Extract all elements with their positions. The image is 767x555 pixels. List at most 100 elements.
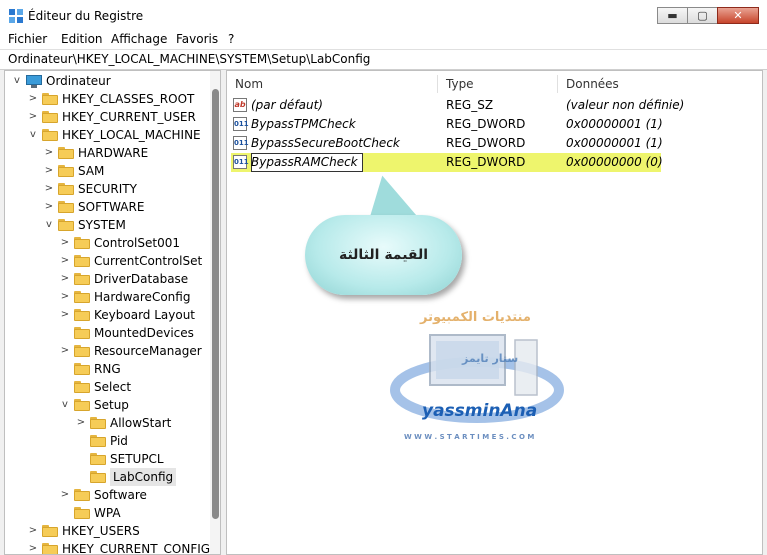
tree-item[interactable]: > SAM: [43, 162, 105, 180]
tree-item[interactable]: > HardwareConfig: [59, 288, 191, 306]
tree-item[interactable]: MountedDevices: [59, 324, 194, 342]
address-path[interactable]: Ordinateur\HKEY_LOCAL_MACHINE\SYSTEM\Set…: [8, 52, 370, 66]
expander-icon[interactable]: >: [59, 486, 71, 504]
expander-icon: [75, 450, 87, 468]
expander-icon[interactable]: >: [27, 522, 39, 540]
tree-item-label: Setup: [94, 398, 129, 412]
folder-icon: [74, 327, 90, 339]
column-header-name[interactable]: Nom: [235, 77, 263, 91]
expander-icon[interactable]: >: [27, 108, 39, 126]
menu-edition[interactable]: Edition: [61, 32, 103, 46]
tree-item[interactable]: > DriverDatabase: [59, 270, 188, 288]
expander-icon: [59, 360, 71, 378]
folder-icon: [42, 111, 58, 123]
column-header-data[interactable]: Données: [566, 77, 619, 91]
folder-icon: [90, 435, 106, 447]
key-tree-pane[interactable]: v Ordinateur > HKEY_CLASSES_ROOT > HKEY_CU…: [4, 70, 221, 555]
expander-icon[interactable]: >: [27, 540, 39, 554]
folder-icon: [74, 345, 90, 357]
minimize-icon: ▬: [667, 9, 678, 22]
tree-item-label: CurrentControlSet: [94, 254, 203, 268]
computer-icon: [26, 74, 42, 88]
window-title: Éditeur du Registre: [28, 9, 144, 23]
menu-bar: Fichier Edition Affichage Favoris ?: [0, 30, 767, 50]
tree-item[interactable]: SETUPCL: [75, 450, 164, 468]
tree-item[interactable]: WPA: [59, 504, 121, 522]
tree-item[interactable]: Select: [59, 378, 131, 396]
table-row[interactable]: ab (par défaut) REG_SZ (valeur non défin…: [227, 96, 747, 115]
table-row[interactable]: 011 BypassTPMCheck REG_DWORD 0x00000001 …: [227, 115, 747, 134]
tree-item[interactable]: > ResourceManager: [59, 342, 202, 360]
value-data: (valeur non définie): [566, 98, 685, 112]
tree-item[interactable]: > HKEY_USERS: [27, 522, 140, 540]
expander-icon[interactable]: >: [59, 306, 71, 324]
tree-item-label: LabConfig: [110, 468, 177, 486]
dword-value-icon: 011: [233, 117, 249, 131]
folder-icon: [90, 471, 106, 483]
tree-scrollbar-thumb[interactable]: [212, 89, 219, 519]
table-row[interactable]: 011 BypassSecureBootCheck REG_DWORD 0x00…: [227, 134, 747, 153]
expander-icon[interactable]: v: [59, 396, 71, 414]
tree-item-selected[interactable]: LabConfig: [75, 468, 177, 486]
tree-item[interactable]: > SOFTWARE: [43, 198, 145, 216]
menu-help[interactable]: ?: [228, 32, 234, 46]
menu-favoris[interactable]: Favoris: [176, 32, 218, 46]
tree-item[interactable]: RNG: [59, 360, 121, 378]
maximize-button[interactable]: ▢: [687, 7, 718, 24]
tree-item[interactable]: > Keyboard Layout: [59, 306, 195, 324]
expander-icon[interactable]: >: [43, 180, 55, 198]
close-button[interactable]: ✕: [717, 7, 759, 24]
watermark-site-text: W W W . S T A R T I M E S . C O M: [404, 433, 535, 441]
tree-item[interactable]: > Software: [59, 486, 147, 504]
tree-item-label: HARDWARE: [78, 146, 149, 160]
callout-text: القيمة الثالثة: [338, 247, 429, 263]
expander-icon[interactable]: v: [43, 216, 55, 234]
tree-item-root[interactable]: v Ordinateur: [11, 72, 111, 90]
expander-icon[interactable]: >: [59, 252, 71, 270]
expander-icon[interactable]: v: [27, 126, 39, 144]
value-name[interactable]: BypassRAMCheck: [251, 155, 358, 169]
expander-icon[interactable]: >: [75, 414, 87, 432]
tree-item-label: SECURITY: [78, 182, 137, 196]
tree-item[interactable]: Pid: [75, 432, 128, 450]
expander-icon[interactable]: >: [59, 234, 71, 252]
tree-item[interactable]: > ControlSet001: [59, 234, 180, 252]
expander-icon[interactable]: >: [59, 342, 71, 360]
menu-affichage[interactable]: Affichage: [111, 32, 167, 46]
minimize-button[interactable]: ▬: [657, 7, 688, 24]
expander-icon[interactable]: >: [27, 90, 39, 108]
column-divider[interactable]: [437, 75, 438, 93]
expander-icon[interactable]: >: [43, 162, 55, 180]
title-bar: Éditeur du Registre ▬ ▢ ✕: [0, 0, 767, 30]
table-row-highlighted[interactable]: 011 BypassRAMCheck REG_DWORD 0x00000000 …: [231, 153, 663, 172]
tree-item[interactable]: v HKEY_LOCAL_MACHINE: [27, 126, 201, 144]
tree-item[interactable]: v SYSTEM: [43, 216, 126, 234]
value-name: BypassTPMCheck: [251, 117, 356, 131]
expander-icon[interactable]: >: [43, 144, 55, 162]
tree-item[interactable]: > SECURITY: [43, 180, 137, 198]
dword-value-icon: 011: [233, 155, 249, 169]
expander-icon[interactable]: >: [59, 270, 71, 288]
tree-item[interactable]: v Setup: [59, 396, 129, 414]
tree-item-label: DriverDatabase: [94, 272, 189, 286]
tree-scrollbar[interactable]: [210, 71, 220, 554]
folder-icon: [74, 381, 90, 393]
folder-icon: [74, 399, 90, 411]
tree-item[interactable]: > CurrentControlSet: [59, 252, 202, 270]
tree-item[interactable]: > HARDWARE: [43, 144, 148, 162]
tree-item-label: HKEY_CLASSES_ROOT: [62, 92, 195, 106]
tree-item-label: ResourceManager: [94, 344, 202, 358]
column-header-type[interactable]: Type: [446, 77, 474, 91]
tree-item-label: Ordinateur: [46, 74, 111, 88]
menu-fichier[interactable]: Fichier: [8, 32, 47, 46]
expander-icon[interactable]: >: [43, 198, 55, 216]
tree-item[interactable]: > HKEY_CLASSES_ROOT: [27, 90, 195, 108]
column-divider[interactable]: [557, 75, 558, 93]
tree-item[interactable]: > HKEY_CURRENT_USER: [27, 108, 196, 126]
folder-icon: [58, 201, 74, 213]
collapse-icon[interactable]: v: [11, 72, 23, 90]
address-bar[interactable]: Ordinateur\HKEY_LOCAL_MACHINE\SYSTEM\Set…: [0, 50, 767, 70]
tree-item[interactable]: > HKEY_CURRENT_CONFIG: [27, 540, 210, 554]
tree-item[interactable]: > AllowStart: [75, 414, 172, 432]
expander-icon[interactable]: >: [59, 288, 71, 306]
